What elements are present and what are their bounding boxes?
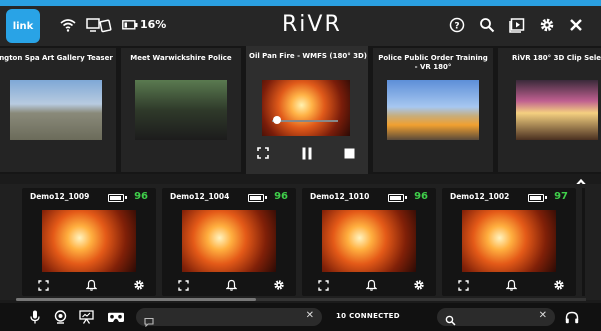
gear-icon[interactable] bbox=[272, 278, 286, 292]
headset-card[interactable]: Demo12_1004 96 bbox=[162, 188, 296, 296]
microphone-icon[interactable] bbox=[28, 309, 42, 325]
headset-view-thumbnail bbox=[182, 210, 276, 272]
video-card[interactable]: ngton Spa Art Gallery Teaser bbox=[0, 48, 116, 172]
vr-headset-icon[interactable] bbox=[106, 309, 126, 325]
video-title: Police Public Order Training - VR 180° bbox=[378, 54, 488, 71]
video-title: Meet Warwickshire Police bbox=[130, 54, 232, 62]
top-bar: link 16% RiVR ? bbox=[0, 0, 601, 46]
headset-battery-icon bbox=[388, 194, 407, 202]
battery-icon bbox=[122, 13, 138, 37]
headset-battery-icon bbox=[108, 194, 127, 202]
fullscreen-icon[interactable] bbox=[316, 278, 330, 292]
playback-progress-track[interactable] bbox=[272, 120, 338, 122]
stop-icon[interactable] bbox=[342, 146, 356, 160]
video-thumbnail bbox=[262, 80, 350, 136]
link-badge[interactable]: link bbox=[6, 9, 40, 43]
video-thumbnail bbox=[387, 80, 479, 140]
pause-icon[interactable] bbox=[300, 146, 314, 160]
bell-icon[interactable] bbox=[364, 278, 378, 292]
video-thumbnail bbox=[10, 80, 102, 140]
help-icon[interactable]: ? bbox=[448, 13, 466, 37]
gear-icon[interactable] bbox=[552, 278, 566, 292]
message-input[interactable]: ✕ bbox=[136, 308, 322, 328]
headset-card-partial bbox=[582, 188, 585, 296]
fullscreen-icon[interactable] bbox=[456, 278, 470, 292]
headset-search-input[interactable]: ✕ bbox=[437, 308, 555, 326]
headset-card[interactable]: Demo12_1009 96 bbox=[22, 188, 156, 296]
headset-card[interactable]: Demo12_1010 96 bbox=[302, 188, 436, 296]
video-title: RiVR 180° 3D Clip Selec bbox=[512, 54, 601, 62]
svg-text:?: ? bbox=[454, 22, 459, 32]
close-icon[interactable] bbox=[568, 13, 584, 37]
device-battery-percent: 16% bbox=[140, 18, 167, 31]
bell-icon[interactable] bbox=[504, 278, 518, 292]
headset-name: Demo12_1010 bbox=[310, 192, 370, 201]
video-thumbnail bbox=[516, 80, 598, 140]
clear-message-button[interactable]: ✕ bbox=[306, 310, 314, 321]
bell-icon[interactable] bbox=[84, 278, 98, 292]
headset-battery-icon bbox=[248, 194, 267, 202]
search-icon[interactable] bbox=[478, 13, 496, 37]
headset-view-thumbnail bbox=[462, 210, 556, 272]
headset-battery-icon bbox=[528, 194, 547, 202]
video-card[interactable]: Meet Warwickshire Police bbox=[121, 48, 241, 172]
presentation-icon[interactable] bbox=[78, 309, 94, 325]
video-title: ngton Spa Art Gallery Teaser bbox=[0, 54, 113, 62]
media-library-icon[interactable] bbox=[508, 13, 526, 37]
headset-view-thumbnail bbox=[322, 210, 416, 272]
clear-search-button[interactable]: ✕ bbox=[539, 310, 547, 321]
headset-grid: Demo12_1009 96 Demo12_1004 96 Demo12_101… bbox=[0, 184, 601, 300]
headphones-icon[interactable] bbox=[564, 309, 580, 325]
fullscreen-icon[interactable] bbox=[256, 146, 270, 160]
fullscreen-icon[interactable] bbox=[36, 278, 50, 292]
video-carousel[interactable]: ngton Spa Art Gallery Teaser Meet Warwic… bbox=[0, 46, 601, 174]
headset-battery-percent: 97 bbox=[554, 191, 568, 202]
headset-battery-percent: 96 bbox=[414, 191, 428, 202]
headset-name: Demo12_1002 bbox=[450, 192, 510, 201]
video-thumbnail bbox=[135, 80, 227, 140]
headset-scrollbar-thumb[interactable] bbox=[16, 298, 256, 301]
headset-battery-percent: 96 bbox=[274, 191, 288, 202]
gear-icon[interactable] bbox=[132, 278, 146, 292]
webcam-icon[interactable] bbox=[52, 309, 68, 325]
video-card[interactable]: Police Public Order Training - VR 180° bbox=[373, 48, 493, 172]
rivr-logo: RiVR bbox=[282, 12, 342, 37]
gear-icon[interactable] bbox=[538, 13, 556, 37]
bell-icon[interactable] bbox=[224, 278, 238, 292]
gear-icon[interactable] bbox=[412, 278, 426, 292]
wifi-icon bbox=[60, 13, 76, 37]
fullscreen-icon[interactable] bbox=[176, 278, 190, 292]
bottom-bar: ✕ 10 CONNECTED ✕ bbox=[0, 303, 601, 331]
headset-view-thumbnail bbox=[42, 210, 136, 272]
search-icon bbox=[445, 311, 456, 330]
headset-battery-percent: 96 bbox=[134, 191, 148, 202]
headset-name: Demo12_1004 bbox=[170, 192, 230, 201]
video-card[interactable]: RiVR 180° 3D Clip Selec bbox=[498, 48, 601, 172]
devices-icon[interactable] bbox=[86, 13, 112, 37]
headset-name: Demo12_1009 bbox=[30, 192, 90, 201]
headset-card[interactable]: Demo12_1002 97 bbox=[442, 188, 576, 296]
message-icon bbox=[144, 312, 154, 331]
video-title: Oil Pan Fire - WMFS (180° 3D) bbox=[249, 52, 368, 60]
connected-count: 10 CONNECTED bbox=[336, 312, 400, 320]
